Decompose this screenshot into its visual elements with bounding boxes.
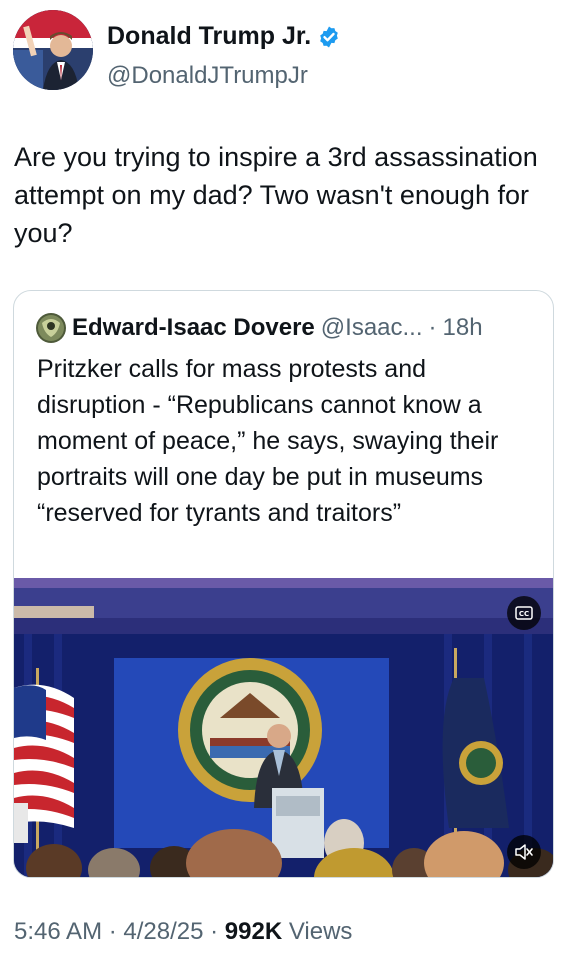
quoted-tweet[interactable]: Edward-Isaac Dovere @Isaac... · 18h Prit… [13,290,554,878]
quoted-author-handle[interactable]: @Isaac... [321,314,423,342]
video-frame [14,578,553,877]
quoted-author-avatar[interactable] [36,313,66,343]
author-handle[interactable]: @DonaldJTrumpJr [107,62,308,90]
muted-speaker-icon [515,844,533,860]
verified-badge-icon [320,26,339,47]
tweet-meta: 5:46 AM · 4/28/25 · 992K Views [14,918,352,946]
closed-captions-icon: CC [515,606,533,620]
closed-captions-button[interactable]: CC [507,596,541,630]
quoted-tweet-time[interactable]: 18h [443,314,483,342]
tweet-date[interactable]: 4/28/25 [123,918,203,945]
quoted-author-display-name[interactable]: Edward-Isaac Dovere [72,314,315,342]
cc-label: CC [519,610,529,618]
author-name-row: Donald Trump Jr. [107,22,341,51]
quoted-tweet-text: Pritzker calls for mass protests and dis… [37,355,499,527]
meta-separator: · [203,918,225,945]
tweet-text: Are you trying to inspire a 3rd assassin… [14,142,538,248]
tweet-header: Donald Trump Jr. @DonaldJTrumpJr [13,10,553,92]
mute-button[interactable] [507,835,541,869]
views-label: Views [282,918,353,945]
author-display-name[interactable]: Donald Trump Jr. [107,22,311,51]
views-count[interactable]: 992K [225,918,282,945]
author-avatar[interactable] [13,10,93,90]
quoted-video[interactable]: CC [14,578,553,877]
quoted-separator: · [428,314,437,341]
quoted-tweet-header: Edward-Isaac Dovere @Isaac... · 18h [36,313,483,343]
meta-separator: · [102,918,124,945]
tweet-time[interactable]: 5:46 AM [14,918,102,945]
